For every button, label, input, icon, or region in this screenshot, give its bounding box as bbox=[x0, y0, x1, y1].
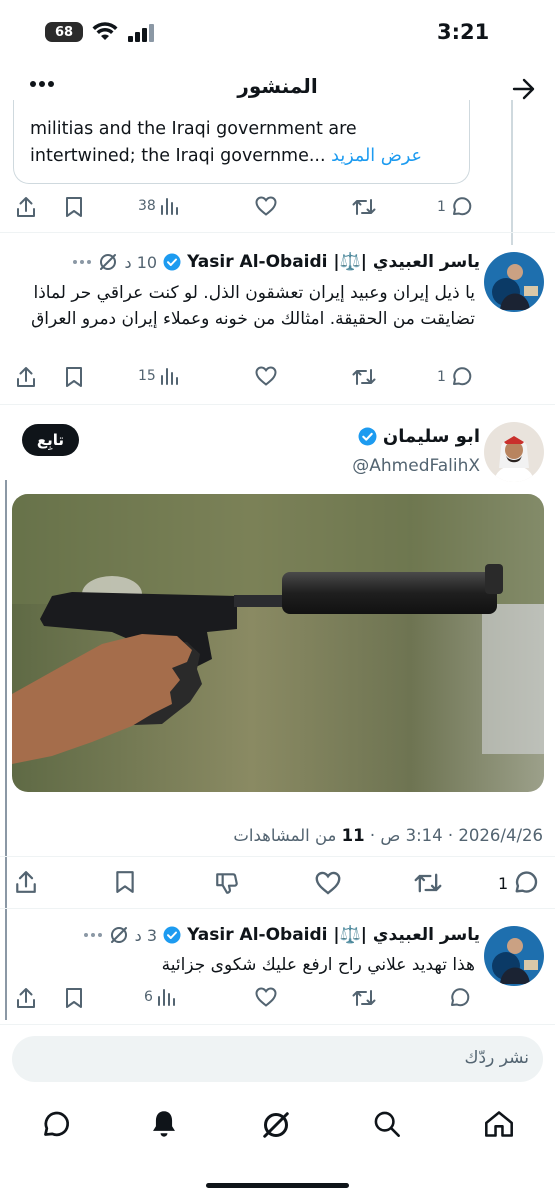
reply-button[interactable]: 1 bbox=[494, 870, 538, 896]
search-icon[interactable] bbox=[373, 1110, 401, 1138]
repost-icon[interactable] bbox=[414, 871, 442, 895]
reply-icon bbox=[450, 366, 472, 388]
like-icon[interactable] bbox=[315, 871, 341, 895]
thread-line bbox=[511, 100, 513, 245]
dislike-icon[interactable] bbox=[214, 870, 240, 896]
author-name[interactable]: ابو سليمان bbox=[383, 426, 480, 447]
repost-icon[interactable] bbox=[352, 988, 376, 1008]
author-name[interactable]: ياسر العبيدي |⚖️| Yasir Al-Obaidi bbox=[187, 925, 480, 945]
show-more-link[interactable]: عرض المزيد bbox=[331, 146, 422, 166]
views-icon bbox=[160, 367, 178, 385]
reply-count: 1 bbox=[437, 369, 446, 385]
bookmark-icon[interactable] bbox=[65, 987, 83, 1009]
reply-button[interactable]: 1 bbox=[433, 196, 472, 218]
author-name[interactable]: ياسر العبيدي |⚖️| Yasir Al-Obaidi bbox=[187, 252, 480, 272]
post-text: هذا تهديد علاني راح ارفع عليك شكوى جزائي… bbox=[161, 955, 475, 975]
share-icon[interactable] bbox=[14, 870, 38, 894]
grok-icon[interactable] bbox=[98, 252, 118, 272]
more-icon[interactable] bbox=[83, 932, 103, 938]
repost-icon[interactable] bbox=[352, 367, 376, 387]
post-time: 10 د bbox=[124, 252, 158, 272]
share-icon[interactable] bbox=[16, 366, 36, 388]
bookmark-icon[interactable] bbox=[114, 870, 136, 894]
bookmark-icon[interactable] bbox=[65, 196, 83, 218]
grok-icon[interactable] bbox=[109, 925, 129, 945]
divider bbox=[0, 1024, 555, 1025]
verified-icon bbox=[163, 926, 181, 944]
verified-icon bbox=[358, 427, 377, 446]
avatar[interactable] bbox=[484, 252, 544, 312]
divider bbox=[0, 404, 555, 405]
reply-icon bbox=[512, 870, 538, 896]
views-button[interactable]: 6 bbox=[140, 988, 175, 1006]
author-handle[interactable]: @AhmedFalihX bbox=[352, 456, 480, 476]
like-icon[interactable] bbox=[255, 987, 277, 1007]
like-icon[interactable] bbox=[255, 366, 277, 386]
divider bbox=[0, 856, 555, 857]
views-icon bbox=[157, 988, 175, 1006]
reply-button[interactable]: 1 bbox=[433, 366, 472, 388]
scroll-indicator bbox=[5, 480, 7, 1020]
notifications-icon[interactable] bbox=[150, 1109, 178, 1139]
divider bbox=[0, 908, 555, 909]
post-time: 3 د bbox=[134, 925, 158, 945]
divider bbox=[0, 232, 555, 233]
wifi-icon bbox=[92, 22, 118, 42]
like-icon[interactable] bbox=[255, 196, 277, 216]
status-time: 3:21 bbox=[437, 20, 490, 44]
reply-icon[interactable] bbox=[448, 987, 470, 1009]
post-timestamp: 2026/4/26 · 3:14 ص · 11 من المشاهدات bbox=[233, 826, 543, 845]
reply-count: 1 bbox=[437, 199, 446, 215]
reply-icon bbox=[450, 196, 472, 218]
views-count: 6 bbox=[144, 989, 153, 1005]
views-count: 15 bbox=[138, 368, 156, 384]
bookmark-icon[interactable] bbox=[65, 366, 83, 388]
quoted-post-text: militias and the Iraqi government are in… bbox=[30, 119, 422, 166]
reply-input[interactable] bbox=[12, 1036, 543, 1082]
share-icon[interactable] bbox=[16, 987, 36, 1009]
verified-icon bbox=[163, 253, 181, 271]
views-icon bbox=[160, 197, 178, 215]
follow-button[interactable]: تابِع bbox=[22, 424, 79, 456]
messages-icon[interactable] bbox=[40, 1110, 70, 1140]
back-arrow-icon[interactable] bbox=[512, 78, 536, 100]
avatar[interactable] bbox=[484, 422, 544, 482]
views-button[interactable]: 38 bbox=[134, 197, 178, 215]
views-count: 38 bbox=[138, 198, 156, 214]
more-icon[interactable] bbox=[72, 259, 92, 265]
reply-count: 1 bbox=[498, 873, 509, 893]
post-text: يا ذيل إيران وعبيد إيران تعشقون الذل. لو… bbox=[31, 283, 475, 329]
battery-indicator: 68 bbox=[45, 22, 83, 42]
post-image[interactable] bbox=[12, 494, 544, 792]
page-title: المنشور bbox=[237, 74, 318, 98]
views-button[interactable]: 15 bbox=[134, 367, 178, 385]
reply-placeholder: نشر ردّك bbox=[464, 1048, 529, 1068]
home-icon[interactable] bbox=[484, 1110, 514, 1138]
home-indicator bbox=[206, 1183, 349, 1188]
avatar[interactable] bbox=[484, 926, 544, 986]
repost-icon[interactable] bbox=[352, 197, 376, 217]
share-icon[interactable] bbox=[16, 196, 36, 218]
signal-icon bbox=[128, 24, 156, 42]
grok-icon[interactable] bbox=[261, 1110, 291, 1140]
